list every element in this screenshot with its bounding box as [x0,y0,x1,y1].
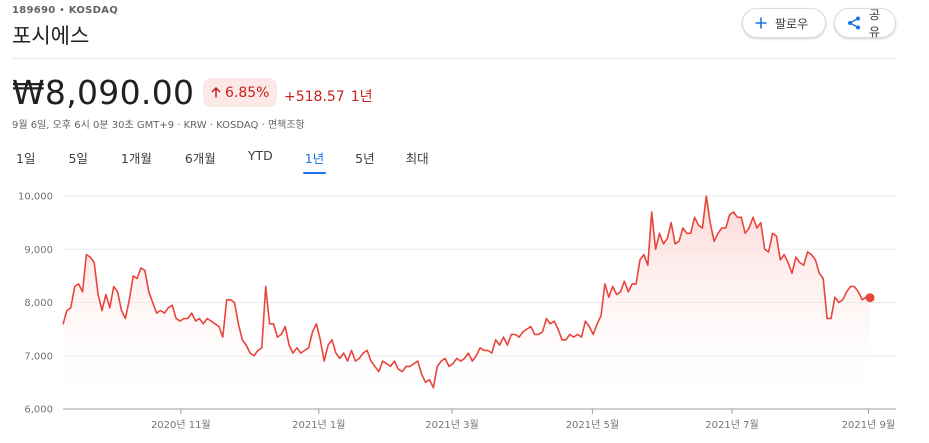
range-tabs: 1일 5일 1개월 6개월 YTD 1년 5년 최대 [16,148,429,174]
header-divider [12,58,896,59]
tab-1y[interactable]: 1년 [302,148,327,174]
ticker-separator: • [59,5,69,16]
change-amount-line: +518.57 1년 [284,86,373,106]
y-tick-label: 8,000 [24,298,53,309]
x-axis: 2020년 11월 2021년 1월 2021년 3월 2021년 5월 2021년 7… [151,409,895,431]
change-period: 1년 [350,89,373,105]
current-price: ₩8,090.00 [12,73,195,112]
x-tick-label: 2021년 1월 [292,419,345,431]
share-button[interactable]: 공유 [834,8,896,39]
quote-meta: 9월 6일, 오후 6시 0분 30초 GMT+9 · KRW · KOSDAQ… [12,120,305,131]
ticker-code: 189690 [12,5,56,16]
share-button-label: 공유 [869,8,881,39]
tab-1m[interactable]: 1개월 [121,148,152,174]
tab-1d[interactable]: 1일 [16,148,35,174]
y-axis-labels: 6,000 7,000 8,000 9,000 10,000 [18,192,53,416]
tab-max[interactable]: 최대 [406,148,429,174]
current-price-marker [865,293,875,303]
y-tick-label: 9,000 [24,245,53,256]
y-tick-label: 7,000 [24,351,53,362]
y-tick-label: 10,000 [18,192,53,203]
change-percent: 6.85% [225,84,270,101]
change-percent-badge: 6.85% [203,78,278,107]
arrow-up-icon [211,87,221,98]
y-tick-label: 6,000 [24,405,53,416]
price-chart[interactable]: 6,000 7,000 8,000 9,000 10,000 2020년 11월 2021… [0,180,929,443]
share-icon [847,16,861,30]
plus-icon [755,17,767,29]
tab-5d[interactable]: 5일 [68,148,87,174]
follow-button-label: 팔로우 [775,16,809,31]
x-tick-label: 2021년 7월 [705,419,758,431]
tab-6m[interactable]: 6개월 [185,148,216,174]
x-tick-label: 2020년 11월 [151,419,211,431]
exchange-name: KOSDAQ [68,5,119,16]
company-name: 포시에스 [12,24,90,48]
tab-5y[interactable]: 5년 [355,148,374,174]
ticker-line: 189690 • KOSDAQ [12,5,118,16]
x-tick-label: 2021년 3월 [425,419,478,431]
tab-ytd[interactable]: YTD [248,148,273,174]
x-tick-label: 2021년 5월 [566,419,619,431]
x-tick-label: 2021년 9월 [842,419,895,431]
change-amount: +518.57 [284,89,345,105]
follow-button[interactable]: 팔로우 [742,8,826,38]
